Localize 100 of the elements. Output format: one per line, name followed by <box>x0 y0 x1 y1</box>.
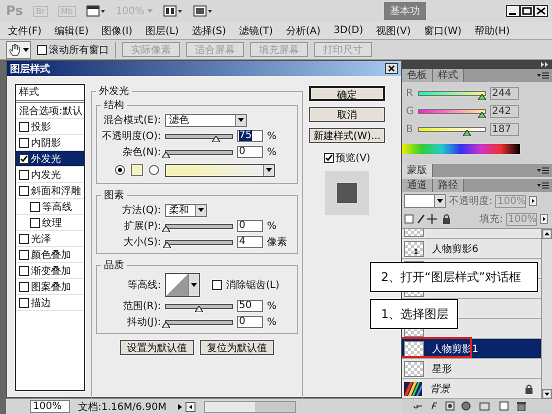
value-field[interactable]: 244 <box>490 87 519 100</box>
zoom-field[interactable]: 100% <box>30 400 70 413</box>
menu-item[interactable]: 滤镜(T) <box>238 24 273 38</box>
value-field[interactable]: 0 <box>237 146 263 158</box>
radio-button[interactable] <box>115 165 125 175</box>
value-field[interactable]: 0 <box>237 220 263 232</box>
slider-thumb[interactable] <box>478 94 486 100</box>
window-controls-icon[interactable] <box>506 5 548 17</box>
style-item[interactable]: 外发光 <box>16 151 84 167</box>
style-item[interactable]: 描边 <box>16 295 84 311</box>
arrow-button[interactable] <box>529 196 538 206</box>
panel-tab[interactable]: 蒙版 <box>402 164 433 177</box>
color-swatch[interactable] <box>131 164 143 176</box>
layer-row[interactable]: 背景 <box>402 379 541 399</box>
slider-thumb[interactable] <box>478 112 486 118</box>
blend-mode-dropdown[interactable] <box>404 194 446 208</box>
panel-menu-icon[interactable] <box>537 167 549 174</box>
menu-item[interactable]: 图层(L) <box>145 24 179 38</box>
dialog-button[interactable]: 取消 <box>309 107 385 122</box>
color-spectrum[interactable] <box>402 144 520 154</box>
menu-item[interactable]: 图像(I) <box>102 24 132 38</box>
menu-item[interactable]: 分析(A) <box>286 24 321 38</box>
hand-tool-button[interactable] <box>6 40 31 58</box>
arrow-button[interactable] <box>540 214 548 224</box>
style-item[interactable]: 渐变叠加 <box>16 263 84 279</box>
value-field[interactable]: 75 <box>237 130 263 142</box>
slider-thumb[interactable] <box>212 136 220 142</box>
menu-item[interactable]: 选择(S) <box>192 24 226 38</box>
menu-item[interactable]: 3D(D) <box>334 25 364 36</box>
value-field[interactable]: 50 <box>237 300 263 312</box>
method-dropdown[interactable]: 柔和 <box>165 204 207 216</box>
checkbox[interactable] <box>324 153 334 163</box>
workspace-button[interactable]: 基本功 <box>384 2 426 20</box>
scroll-arrows-icon[interactable] <box>176 402 196 412</box>
slider-thumb[interactable] <box>163 242 172 248</box>
panel-menu-icon[interactable] <box>537 72 549 79</box>
style-item[interactable]: 内发光 <box>16 167 84 183</box>
layer-row[interactable]: 人物剪影6 <box>402 239 541 259</box>
checkbox[interactable] <box>19 170 29 180</box>
contour-picker[interactable] <box>165 273 200 297</box>
checkbox[interactable] <box>19 250 29 260</box>
dialog-button[interactable]: 确定 <box>309 86 385 101</box>
panel-tab[interactable]: 色板 <box>402 69 433 82</box>
checkbox[interactable] <box>30 218 40 228</box>
close-button[interactable] <box>385 63 398 74</box>
slider-thumb[interactable] <box>162 152 170 158</box>
checkbox[interactable] <box>19 154 29 164</box>
dialog-button[interactable]: 设置为默认值 <box>120 340 194 355</box>
panel-tab[interactable]: 路径 <box>433 179 464 192</box>
slider-thumb[interactable] <box>195 306 203 312</box>
scroll-up-icon[interactable] <box>542 229 552 239</box>
style-item[interactable]: 图案叠加 <box>16 279 84 295</box>
value-field[interactable]: 187 <box>490 123 519 136</box>
checkbox[interactable] <box>212 280 222 290</box>
checkbox[interactable] <box>19 266 29 276</box>
collapse-icon[interactable] <box>541 62 549 67</box>
style-item[interactable]: 等高线 <box>16 199 84 215</box>
slider-thumb[interactable] <box>162 226 170 232</box>
value-field[interactable]: 242 <box>490 105 519 118</box>
horizontal-scrollbar[interactable] <box>204 400 296 412</box>
checkbox[interactable] <box>19 234 29 244</box>
value-field[interactable]: 4 <box>237 236 263 248</box>
lock-icons[interactable] <box>404 213 452 225</box>
style-item[interactable]: 纹理 <box>16 215 84 231</box>
scroll-down-icon[interactable] <box>542 389 552 399</box>
menu-item[interactable]: 窗口(W) <box>424 24 462 38</box>
layer-row[interactable]: 星形 <box>402 359 541 379</box>
fill-label: 填充: <box>480 212 503 226</box>
checkbox[interactable] <box>19 122 29 132</box>
checkbox[interactable] <box>19 282 29 292</box>
menu-item[interactable]: 编辑(E) <box>54 24 89 38</box>
value-field[interactable]: 0 <box>237 316 263 328</box>
dialog-button[interactable]: 复位为默认值 <box>200 340 274 355</box>
gradient-dropdown[interactable] <box>165 164 275 176</box>
arrange-icon[interactable] <box>163 5 184 17</box>
menu-item[interactable]: 视图(V) <box>376 24 411 38</box>
style-item[interactable]: 光泽 <box>16 231 84 247</box>
style-item[interactable]: 混合选项:默认 <box>16 103 84 119</box>
panel-tab[interactable]: 通道 <box>402 179 433 192</box>
slider-thumb[interactable] <box>162 322 170 328</box>
blend-mode-dropdown[interactable]: 滤色 <box>165 114 247 126</box>
menu-item[interactable]: 帮助(H) <box>474 24 510 38</box>
panel-tab[interactable]: 样式 <box>433 69 464 82</box>
vertical-scrollbar[interactable] <box>541 229 552 399</box>
panel-menu-icon[interactable] <box>537 182 549 189</box>
slider-thumb[interactable] <box>463 130 472 136</box>
checkbox[interactable] <box>19 186 29 196</box>
style-item[interactable]: 斜面和浮雕 <box>16 183 84 199</box>
checkbox[interactable] <box>19 298 29 308</box>
radio-button[interactable] <box>149 165 159 175</box>
menu-item[interactable]: 文件(F) <box>8 24 42 38</box>
screen-icon[interactable] <box>193 5 214 17</box>
screen-mode-icon[interactable] <box>86 5 106 17</box>
dialog-button[interactable]: 新建样式(W)... <box>309 128 385 143</box>
style-item[interactable]: 颜色叠加 <box>16 247 84 263</box>
annotation-tooltip: 1、选择图层 <box>370 299 458 329</box>
checkbox[interactable] <box>30 202 40 212</box>
style-item[interactable]: 投影 <box>16 119 84 135</box>
checkbox[interactable] <box>19 138 29 148</box>
checkbox[interactable] <box>37 44 47 54</box>
